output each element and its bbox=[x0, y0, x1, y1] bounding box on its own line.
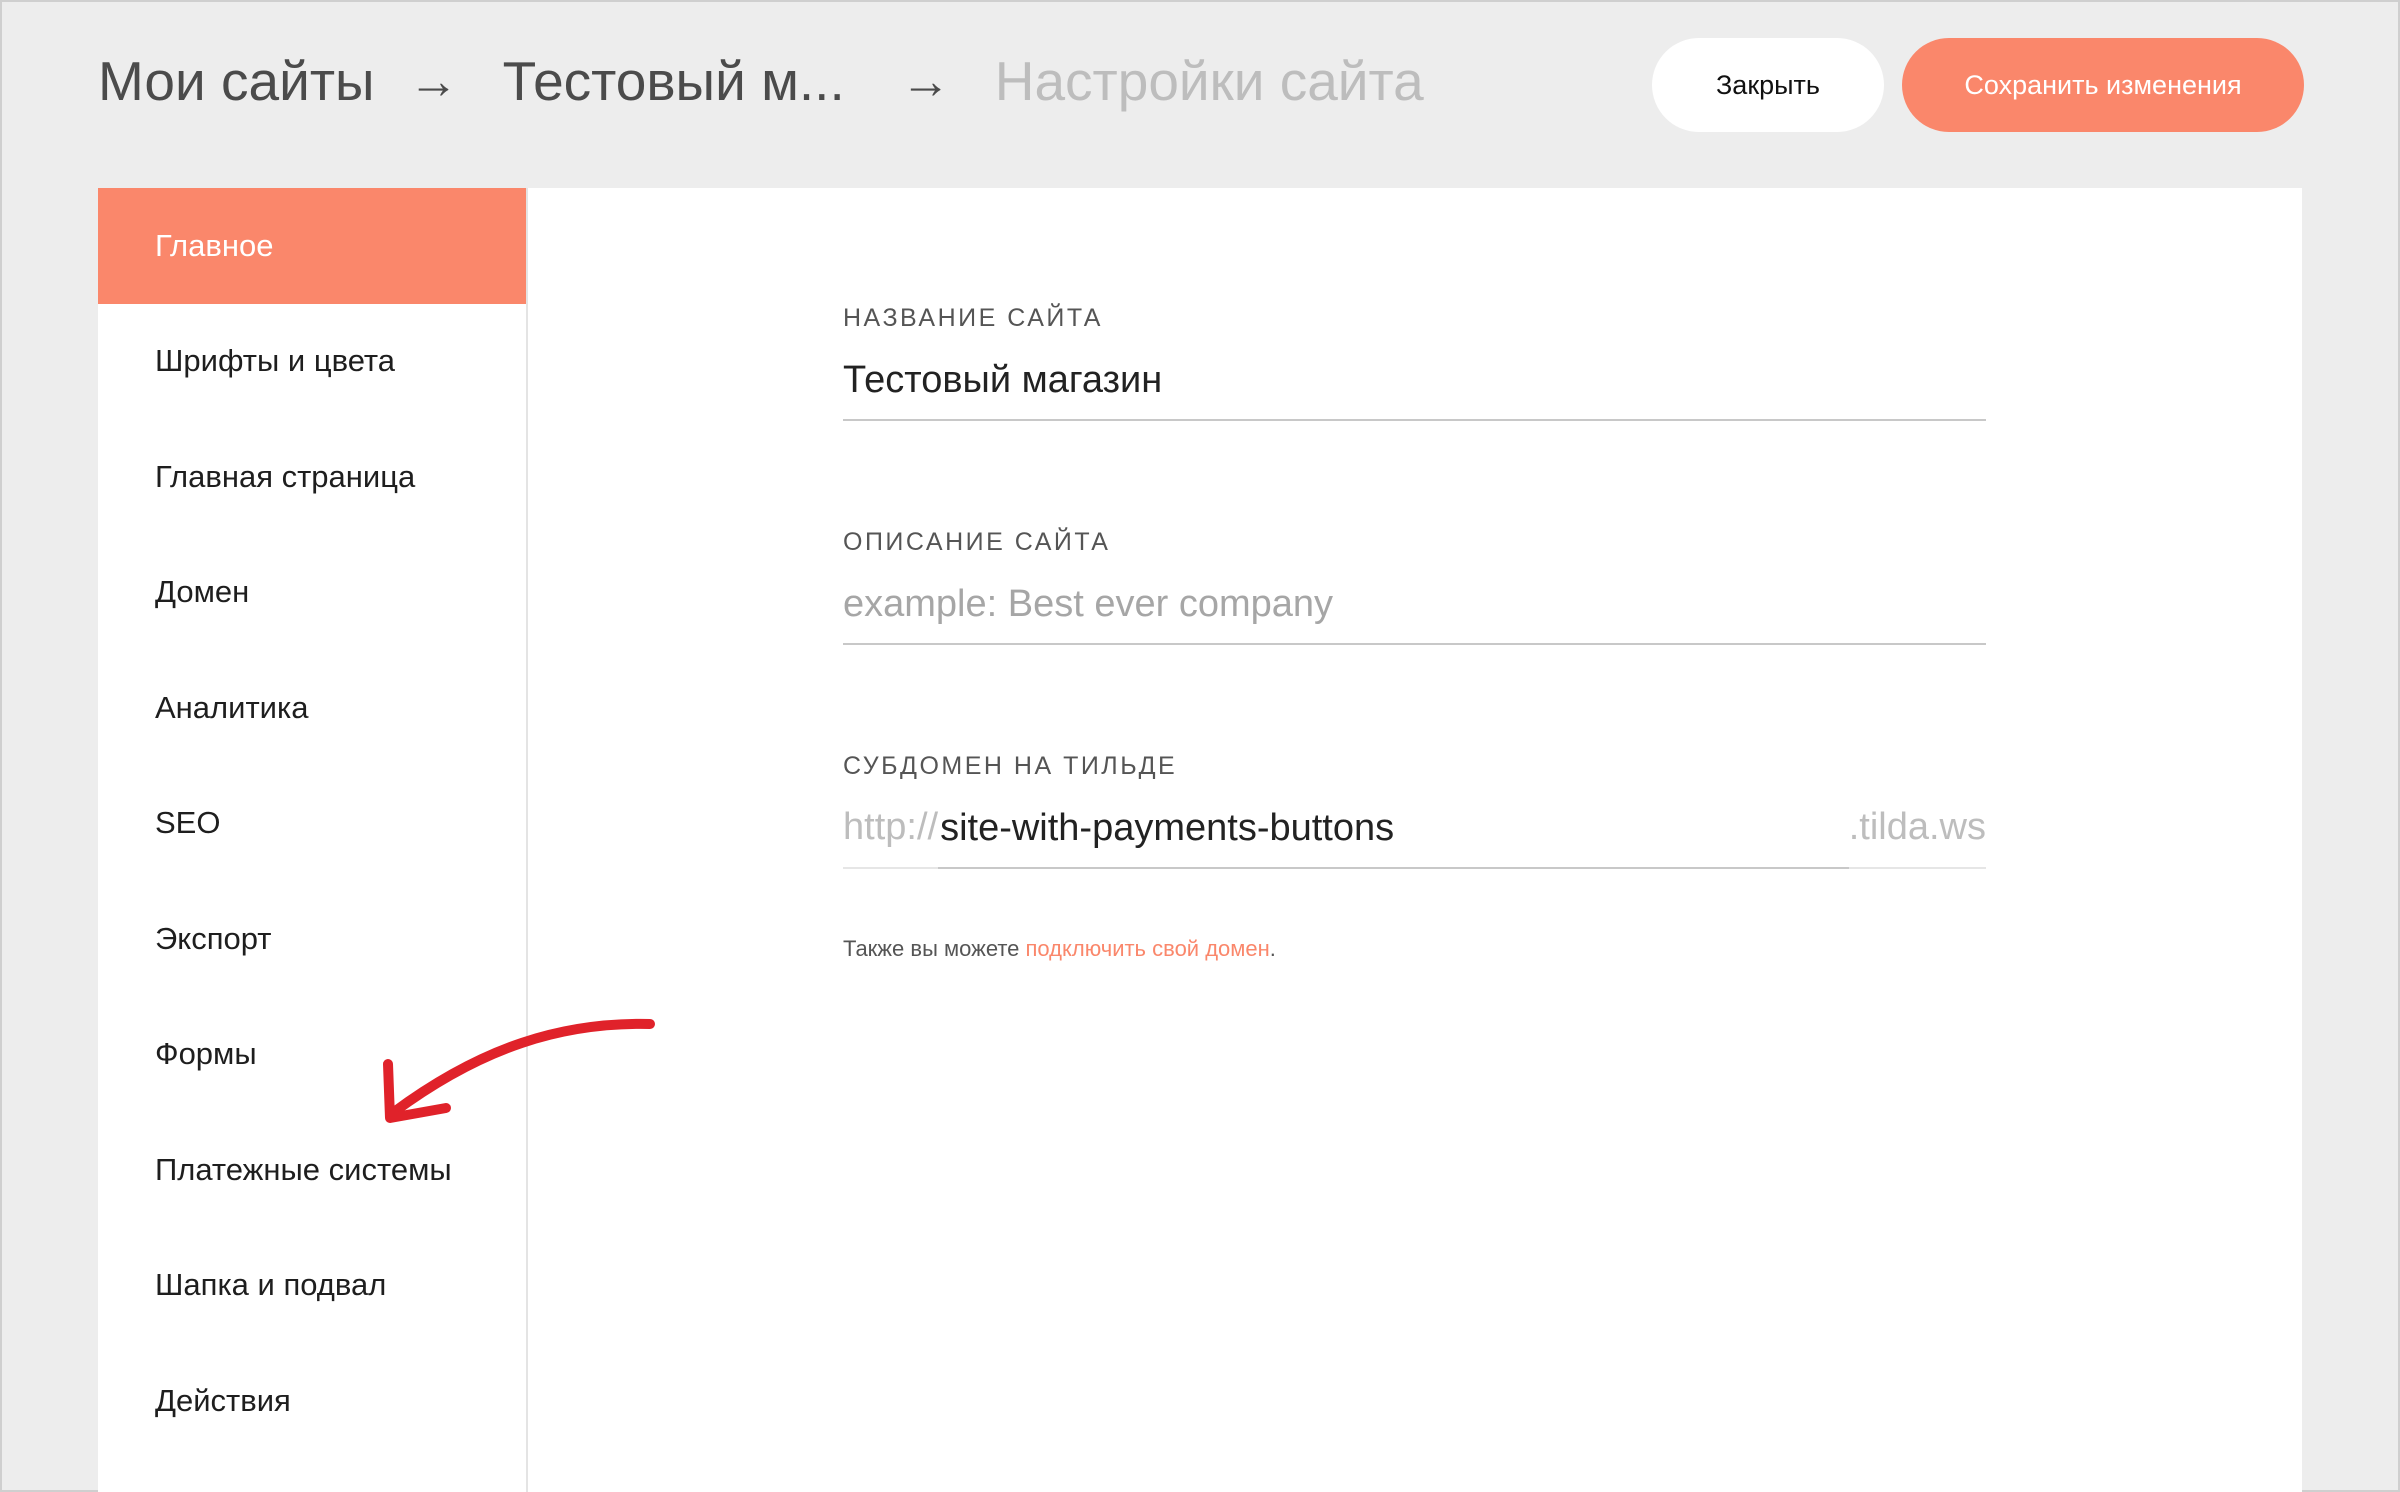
settings-sidebar: Главное Шрифты и цвета Главная страница … bbox=[98, 188, 528, 1492]
sidebar-item-label: Экспорт bbox=[155, 920, 272, 956]
breadcrumb-my-sites[interactable]: Мои сайты bbox=[98, 49, 375, 113]
domain-note: Также вы можете подключить свой домен. bbox=[843, 936, 1276, 962]
sidebar-item-domain[interactable]: Домен bbox=[98, 535, 526, 651]
sidebar-item-label: Шрифты и цвета bbox=[155, 343, 395, 379]
sidebar-item-home-page[interactable]: Главная страница bbox=[98, 419, 526, 535]
header: Мои сайты → Тестовый м... → Настройки са… bbox=[2, 2, 2398, 188]
save-changes-button[interactable]: Сохранить изменения bbox=[1902, 38, 2304, 132]
breadcrumb-arrow-icon: → bbox=[900, 53, 951, 109]
close-button[interactable]: Закрыть bbox=[1652, 38, 1884, 132]
subdomain-prefix: http:// bbox=[843, 789, 939, 869]
sidebar-item-main[interactable]: Главное bbox=[98, 188, 526, 304]
sidebar-item-seo[interactable]: SEO bbox=[98, 766, 526, 882]
sidebar-item-analytics[interactable]: Аналитика bbox=[98, 650, 526, 766]
breadcrumb-current: Настройки сайта bbox=[994, 50, 1424, 112]
subdomain-row: http:// .tilda.ws bbox=[843, 789, 1986, 869]
sidebar-item-export[interactable]: Экспорт bbox=[98, 881, 526, 997]
sidebar-item-label: Платежные системы bbox=[155, 1151, 452, 1187]
sidebar-item-label: Формы bbox=[155, 1036, 257, 1072]
breadcrumb: Мои сайты → Тестовый м... → Настройки са… bbox=[98, 46, 1424, 116]
subdomain-suffix: .tilda.ws bbox=[1848, 789, 1986, 869]
domain-note-text: Также вы можете bbox=[843, 936, 1026, 961]
sidebar-item-actions[interactable]: Действия bbox=[98, 1343, 526, 1459]
subdomain-label: СУБДОМЕН НА ТИЛЬДЕ bbox=[843, 752, 1178, 780]
sidebar-item-label: SEO bbox=[155, 805, 221, 841]
site-name-field: НАЗВАНИЕ САЙТА bbox=[843, 304, 1986, 421]
sidebar-item-fonts-colors[interactable]: Шрифты и цвета bbox=[98, 304, 526, 420]
site-name-input[interactable] bbox=[843, 341, 1986, 421]
sidebar-item-label: Аналитика bbox=[155, 689, 309, 725]
connect-domain-link[interactable]: подключить свой домен bbox=[1026, 936, 1270, 961]
sidebar-item-label: Шапка и подвал bbox=[155, 1267, 387, 1303]
breadcrumb-arrow-icon: → bbox=[408, 53, 459, 109]
sidebar-item-label: Домен bbox=[155, 574, 250, 610]
site-description-field: ОПИСАНИЕ САЙТА bbox=[843, 528, 1986, 645]
sidebar-item-header-footer[interactable]: Шапка и подвал bbox=[98, 1228, 526, 1344]
sidebar-item-payment-systems[interactable]: Платежные системы bbox=[98, 1112, 526, 1228]
site-description-input[interactable] bbox=[843, 565, 1986, 645]
breadcrumb-site[interactable]: Тестовый м... bbox=[503, 49, 845, 113]
site-description-label: ОПИСАНИЕ САЙТА bbox=[843, 528, 1111, 556]
sidebar-item-forms[interactable]: Формы bbox=[98, 997, 526, 1113]
subdomain-input[interactable] bbox=[938, 789, 1849, 869]
site-name-label: НАЗВАНИЕ САЙТА bbox=[843, 304, 1103, 332]
sidebar-item-label: Главная страница bbox=[155, 458, 416, 494]
subdomain-field: СУБДОМЕН НА ТИЛЬДЕ http:// .tilda.ws bbox=[843, 752, 1986, 869]
domain-note-end: . bbox=[1269, 936, 1276, 961]
settings-main-panel: НАЗВАНИЕ САЙТА ОПИСАНИЕ САЙТА СУБДОМЕН Н… bbox=[528, 188, 2302, 1492]
sidebar-item-label: Главное bbox=[155, 227, 274, 263]
sidebar-item-label: Действия bbox=[155, 1382, 291, 1418]
